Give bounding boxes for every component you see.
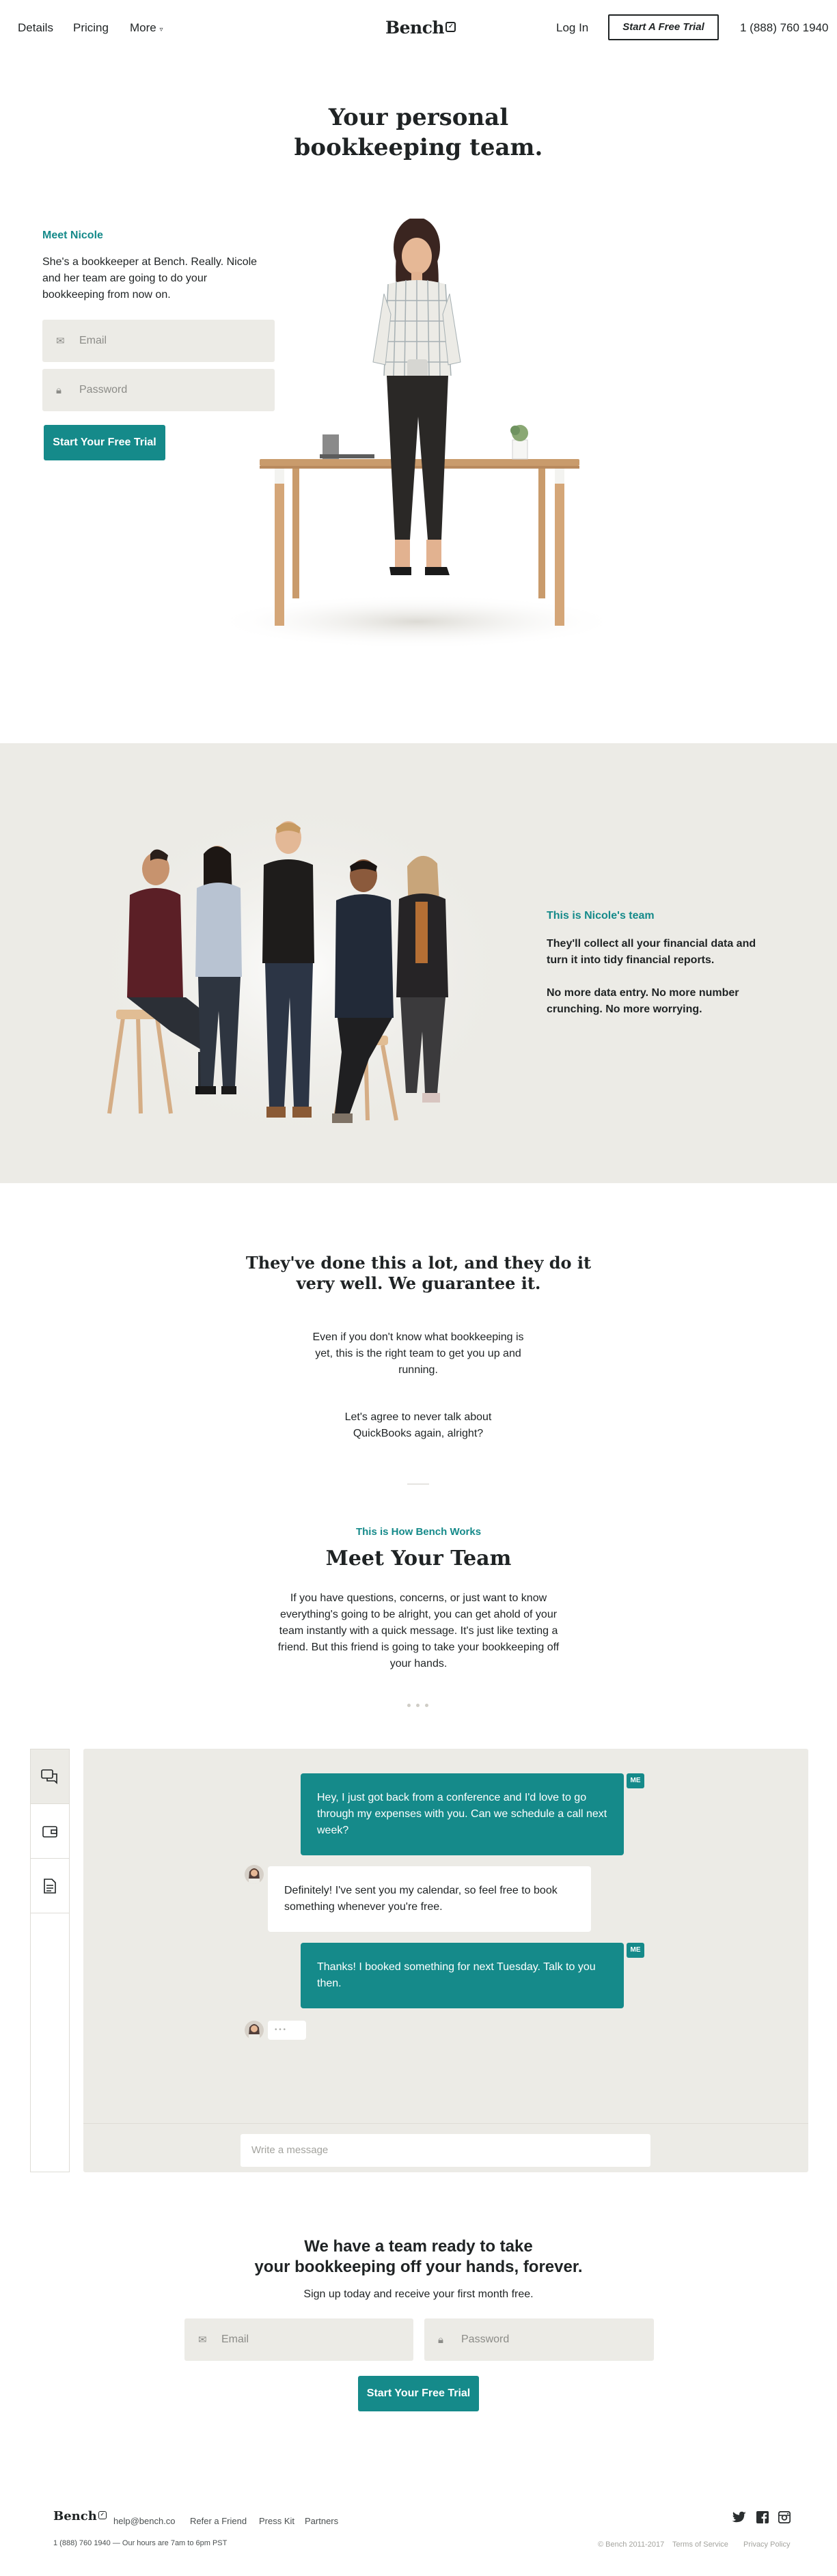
carousel-dots <box>407 1704 428 1707</box>
how-description: If you have questions, concerns, or just… <box>277 1592 560 1670</box>
message-input[interactable]: Write a message <box>241 2134 650 2167</box>
how-it-works-label: This is How Bench Works <box>355 1526 482 1538</box>
logo-text: Bench <box>385 18 445 38</box>
carousel-dot-2[interactable] <box>416 1704 420 1707</box>
guarantee-title-line1: They've done this a lot, and they do it <box>245 1253 592 1273</box>
footer-partners-link[interactable]: Partners <box>305 2516 338 2526</box>
carousel-dot-3[interactable] <box>425 1704 428 1707</box>
meet-your-team-title: Meet Your Team <box>325 1547 512 1570</box>
social-links <box>732 2511 791 2523</box>
nicole-avatar <box>245 2021 264 2040</box>
logo-mark-icon: ✓ <box>445 22 456 32</box>
lock-icon: 🔒︎ <box>56 384 61 396</box>
footer-terms-link[interactable]: Terms of Service <box>672 2540 728 2549</box>
me-tag: ME <box>627 1773 644 1788</box>
reports-tab[interactable] <box>31 1859 69 1913</box>
signup-title: We have a team ready to take your bookke… <box>0 2236 837 2277</box>
messages-tab[interactable] <box>31 1749 69 1804</box>
nav-more-label: More <box>130 21 156 34</box>
footer-press-link[interactable]: Press Kit <box>259 2516 294 2526</box>
nicole-at-desk-illustration <box>212 219 622 649</box>
message-from-me-1: Hey, I just got back from a conference a… <box>301 1773 624 1855</box>
footer-logo[interactable]: Bench ✓ <box>53 2509 107 2523</box>
nav-more-menu[interactable]: More ▿ <box>130 21 163 35</box>
lock-icon: 🔒︎ <box>438 2333 443 2346</box>
meet-nicole-label: Meet Nicole <box>42 230 103 241</box>
instagram-icon[interactable] <box>778 2511 791 2523</box>
hero-start-trial-button[interactable]: Start Your Free Trial <box>44 425 165 460</box>
facebook-icon[interactable] <box>756 2511 769 2523</box>
signup-start-trial-button[interactable]: Start Your Free Trial <box>358 2376 479 2411</box>
footer-refer-link[interactable]: Refer a Friend <box>190 2516 247 2526</box>
envelope-icon: ✉ <box>198 2334 207 2346</box>
login-link[interactable]: Log In <box>556 21 588 35</box>
signup-email-placeholder: Email <box>221 2333 249 2345</box>
twitter-icon[interactable] <box>732 2511 747 2523</box>
chevron-down-icon: ▿ <box>159 26 163 33</box>
chat-input-divider <box>83 2123 808 2124</box>
footer-logo-text: Bench <box>53 2509 97 2523</box>
carousel-dot-1[interactable] <box>407 1704 411 1707</box>
nav-details-link[interactable]: Details <box>18 21 53 35</box>
guarantee-paragraph-1: Even if you don't know what bookkeeping … <box>312 1331 524 1376</box>
signup-password-field[interactable]: 🔒︎ Password <box>424 2318 654 2361</box>
team-label: This is Nicole's team <box>547 910 655 922</box>
footer-copyright: © Bench 2011-2017 <box>598 2540 665 2549</box>
signup-title-line2: your bookkeeping off your hands, forever… <box>254 2258 583 2276</box>
hero-title-line1: Your personal <box>328 104 509 131</box>
message-from-me-2: Thanks! I booked something for next Tues… <box>301 1943 624 2008</box>
me-tag: ME <box>627 1943 644 1958</box>
typing-indicator: • • • <box>268 2021 306 2040</box>
footer-hours: 1 (888) 760 1940 — Our hours are 7am to … <box>53 2539 228 2547</box>
nav-phone-link[interactable]: 1 (888) 760 1940 <box>740 21 829 35</box>
hero-title-line2: bookkeeping team. <box>294 134 543 161</box>
top-nav: Details Pricing More ▿ Bench ✓ Log In Sta… <box>0 0 837 57</box>
chat-sidebar <box>30 1749 70 2172</box>
hero-title: Your personal bookkeeping team. <box>0 102 837 163</box>
guarantee-title-line2: very well. We guarantee it. <box>296 1273 541 1293</box>
nav-pricing-link[interactable]: Pricing <box>73 21 109 35</box>
footer-email-link[interactable]: help@bench.co <box>113 2516 176 2526</box>
message-from-nicole-1: Definitely! I've sent you my calendar, s… <box>268 1866 591 1932</box>
footer-privacy-link[interactable]: Privacy Policy <box>743 2540 790 2549</box>
signup-password-placeholder: Password <box>461 2333 510 2345</box>
signup-title-line1: We have a team ready to take <box>304 2237 533 2256</box>
signup-email-field[interactable]: ✉ Email <box>184 2318 413 2361</box>
wallet-tab[interactable] <box>31 1804 69 1859</box>
hero-password-placeholder: Password <box>79 384 128 396</box>
bench-logo[interactable]: Bench ✓ <box>385 18 456 38</box>
chat-bubbles-icon <box>41 1769 57 1784</box>
envelope-icon: ✉ <box>56 335 65 347</box>
chat-panel: Hey, I just got back from a conference a… <box>83 1749 808 2172</box>
hero-email-placeholder: Email <box>79 335 107 346</box>
team-paragraph-1: They'll collect all your financial data … <box>547 938 756 966</box>
logo-mark-icon: ✓ <box>98 2511 107 2519</box>
team-photo-illustration <box>96 792 506 1148</box>
team-paragraph-2: No more data entry. No more number crunc… <box>547 987 739 1015</box>
guarantee-title: They've done this a lot, and they do it … <box>0 1253 837 1294</box>
wallet-icon <box>42 1825 57 1838</box>
signup-subtitle: Sign up today and receive your first mon… <box>303 2288 534 2300</box>
nav-free-trial-button[interactable]: Start A Free Trial <box>608 14 719 40</box>
guarantee-paragraph-2: Let's agree to never talk about QuickBoo… <box>344 1411 492 1439</box>
nicole-avatar <box>245 1865 264 1884</box>
document-icon <box>44 1878 56 1894</box>
